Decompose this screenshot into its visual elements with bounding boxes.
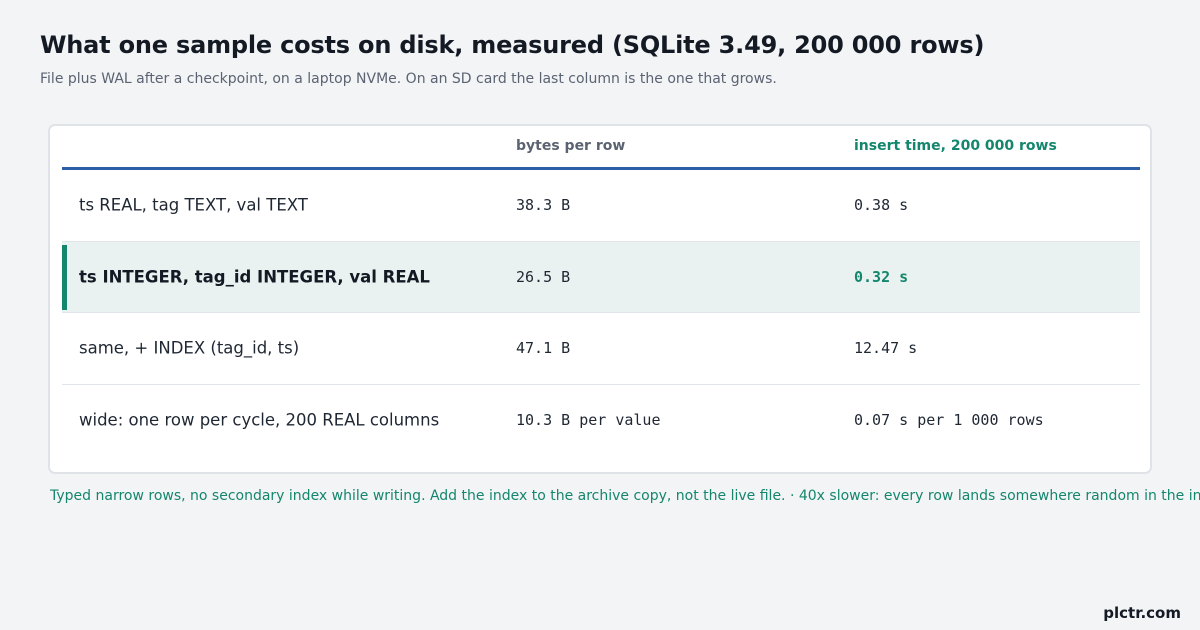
page-subtitle: File plus WAL after a checkpoint, on a l… <box>40 71 777 87</box>
results-table: bytes per row insert time, 200 000 rows … <box>62 126 1140 456</box>
footnote: Typed narrow rows, no secondary index wh… <box>50 488 1200 504</box>
schema-cell: ts INTEGER, tag_id INTEGER, val REAL <box>79 267 430 287</box>
column-header-bytes: bytes per row <box>516 138 626 154</box>
time-cell: 0.32 s <box>854 267 909 286</box>
page: What one sample costs on disk, measured … <box>0 0 1200 630</box>
table-row-highlighted: ts INTEGER, tag_id INTEGER, val REAL 26.… <box>62 241 1140 313</box>
brand-link[interactable]: plctr.com <box>1103 604 1181 622</box>
schema-cell: wide: one row per cycle, 200 REAL column… <box>79 410 440 430</box>
schema-cell: ts REAL, tag TEXT, val TEXT <box>79 195 308 215</box>
table-row: ts REAL, tag TEXT, val TEXT 38.3 B 0.38 … <box>62 170 1140 242</box>
results-card: bytes per row insert time, 200 000 rows … <box>48 124 1152 474</box>
highlight-bar <box>62 244 67 310</box>
bytes-cell: 10.3 B per value <box>516 411 661 430</box>
table-row: wide: one row per cycle, 200 REAL column… <box>62 385 1140 457</box>
time-cell: 12.47 s <box>854 339 918 358</box>
schema-cell: same, + INDEX (tag_id, ts) <box>79 338 300 358</box>
bytes-cell: 47.1 B <box>516 339 571 358</box>
column-header-insert-time: insert time, 200 000 rows <box>854 138 1057 154</box>
time-cell: 0.38 s <box>854 196 909 215</box>
table-row: same, + INDEX (tag_id, ts) 47.1 B 12.47 … <box>62 313 1140 385</box>
time-cell: 0.07 s per 1 000 rows <box>854 411 1044 430</box>
bytes-cell: 38.3 B <box>516 196 571 215</box>
bytes-cell: 26.5 B <box>516 267 571 286</box>
page-title: What one sample costs on disk, measured … <box>40 31 985 59</box>
table-header: bytes per row insert time, 200 000 rows <box>62 126 1140 170</box>
